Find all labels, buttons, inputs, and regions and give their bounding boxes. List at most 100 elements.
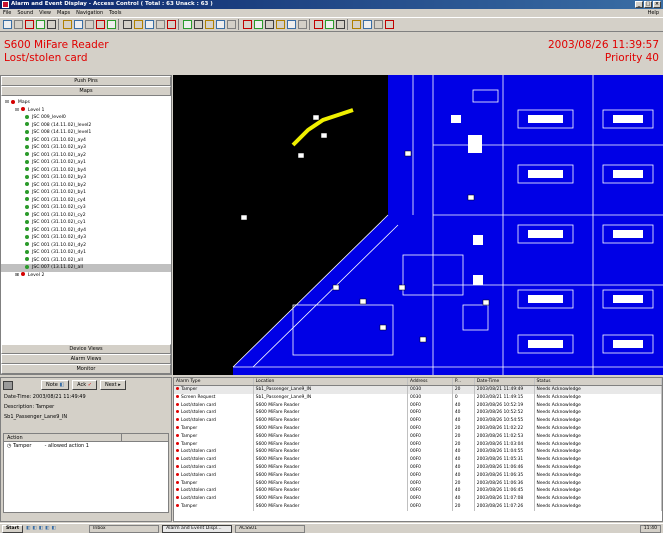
filter-icon[interactable] [85,20,94,29]
tree-node[interactable]: JSC 001 (31.10.02)_cy4 [1,197,171,205]
menu-maps[interactable]: Maps [57,9,70,17]
center-icon[interactable] [254,20,263,29]
layout-icon[interactable] [167,20,176,29]
menu-file[interactable]: File [3,9,11,17]
maps-button[interactable]: Maps [1,86,171,96]
table-row[interactable]: Lost/stolen card S600 MiFare Reader 00F0 40… [174,409,662,418]
tree-node[interactable]: JSC 001 (31.10.02)_ay3 [1,144,171,152]
floor-plan-map[interactable] [173,75,663,375]
acknowledge-icon[interactable] [3,20,12,29]
tree-node[interactable]: JSC 001 (31.10.02)_ay2 [1,152,171,160]
binoculars-icon[interactable] [47,20,56,29]
device-views-button[interactable]: Device Views [1,344,171,354]
expand-icon[interactable]: ⊞ [15,273,19,278]
monitor-button[interactable]: Monitor [1,364,171,374]
print-icon[interactable] [3,380,13,390]
zoom-select-icon[interactable] [194,20,203,29]
table-row[interactable]: Tamper Sb1_Passenger_Lane9_IN 0030 20 2003/0… [174,386,662,394]
col-priority[interactable]: P... [453,378,475,385]
ack-button[interactable]: Ack ✓ [72,380,97,390]
table-row[interactable]: Lost/stolen card S600 MiFare Reader 00F0 40… [174,456,662,464]
zoom-icon[interactable] [205,20,214,29]
tree-node[interactable]: JSC 001 (31.10.02)_cy2 [1,212,171,220]
alarm-views-button[interactable]: Alarm Views [1,354,171,364]
table-row[interactable]: Tamper S600 MiFare Reader 00F0 20 2003/08/26… [174,502,662,511]
globe-icon[interactable] [374,20,383,29]
tree-node[interactable]: JSC 009_level0 [1,114,171,122]
tree-node[interactable]: JSC 001 (31.10.02)_dy2 [1,242,171,250]
select-icon[interactable] [183,20,192,29]
tree-node[interactable]: JSC 001 (31.10.02)_by1 [1,189,171,197]
tree-node[interactable]: JSC 001 (31.10.02)_cy3 [1,204,171,212]
nav-icon[interactable] [276,20,285,29]
layout-icon[interactable] [145,20,154,29]
back-icon[interactable] [325,20,334,29]
forward-icon[interactable] [336,20,345,29]
tree-node[interactable]: JSC 001 (31.10.02)_ay1 [1,159,171,167]
col-alarm-type[interactable]: Alarm Type [174,378,254,385]
nav-icon[interactable] [287,20,296,29]
tree-node[interactable]: JSC 008 (14.11.02)_level1 [1,129,171,137]
start-button[interactable]: Start [2,524,24,533]
home-icon[interactable] [385,20,394,29]
window-icon[interactable] [352,20,361,29]
table-row[interactable]: Lost/stolen card S600 MiFare Reader 00F0 40… [174,448,662,457]
table-row[interactable]: Tamper S600 MiFare Reader 00F0 20 2003/08/26… [174,424,662,433]
col-datetime[interactable]: Date-Time [475,378,535,385]
table-row[interactable]: Screen Request Sb1_Passenger_Lane9_IN 0030… [174,393,662,402]
map-icon[interactable] [314,20,323,29]
action-row[interactable]: ◷ Tamper - allowed action 1 [4,442,168,450]
collapse-icon[interactable]: ⊟ [5,100,9,105]
clear-icon[interactable] [36,20,45,29]
menu-navigation[interactable]: Navigation [76,9,103,17]
nav-icon[interactable] [298,20,307,29]
tree-node[interactable]: JSC 001 (31.10.02)_dy3 [1,234,171,242]
table-row[interactable]: Tamper S600 MiFare Reader 00F0 20 2003/08/26… [174,432,662,441]
tree-node[interactable]: JSC 001 (31.10.02)_dy4 [1,227,171,235]
col-address[interactable]: Address [408,378,453,385]
print-icon[interactable] [14,20,23,29]
tree-node[interactable]: JSC 001 (31.10.02)_by2 [1,182,171,190]
tree-node[interactable]: JSC 001 (31.10.02)_cy1 [1,219,171,227]
window-icon[interactable] [363,20,372,29]
table-row[interactable]: Lost/stolen card S600 MiFare Reader 00F0 40… [174,463,662,472]
maximize-button[interactable]: □ [644,1,652,8]
col-status[interactable]: Status [535,378,662,385]
nav-icon[interactable] [265,20,274,29]
layout-icon[interactable] [134,20,143,29]
sort-icon[interactable] [96,20,105,29]
table-row[interactable]: Lost/stolen card S600 MiFare Reader 00F0 40… [174,487,662,496]
close-button[interactable]: × [653,1,661,8]
table-row[interactable]: Lost/stolen card S600 MiFare Reader 00F0 40… [174,417,662,425]
tree-node[interactable]: JSC 008 (14.11.02)_level2 [1,122,171,130]
tree-node[interactable]: JSC 001 (31.10.02)_ay4 [1,137,171,145]
tree-node[interactable]: JSC 001 (31.10.02)_by3 [1,174,171,182]
table-row[interactable]: Lost/stolen card S600 MiFare Reader 00F0 40… [174,401,662,410]
menu-help[interactable]: Help [648,9,659,17]
next-button[interactable]: Next ▸ [99,380,126,390]
tree-node[interactable]: JSC 001 (31.10.02)_dy1 [1,249,171,257]
col-location[interactable]: Location [254,378,409,385]
menu-tools[interactable]: Tools [109,9,121,17]
zoom-in-icon[interactable] [216,20,225,29]
zoom-out-icon[interactable] [227,20,236,29]
layout-icon[interactable] [156,20,165,29]
menu-view[interactable]: View [39,9,51,17]
table-row[interactable]: Tamper S600 MiFare Reader 00F0 20 2003/08/26… [174,440,662,449]
task-inbox[interactable]: Inbox [89,524,160,533]
push-pins-button[interactable]: Push Pins [1,76,171,86]
table-row[interactable]: Lost/stolen card S600 MiFare Reader 00F0 40… [174,471,662,480]
tree-node[interactable]: ⊞ Level 2 [1,272,171,280]
table-row[interactable]: Lost/stolen card S600 MiFare Reader 00F0 40… [174,495,662,503]
tree-node[interactable]: ⊟ Level 1 [1,107,171,115]
task-alarm-display[interactable]: Alarm and Event Displ... [162,524,233,533]
pan-icon[interactable] [243,20,252,29]
sort-icon[interactable] [107,20,116,29]
task-acss01[interactable]: ACSS01 [235,524,306,533]
tree-node[interactable]: JSC 007 (13.11.02)_all [1,264,171,272]
pages-icon[interactable] [123,20,132,29]
menu-sound[interactable]: Sound [17,9,33,17]
tree-node[interactable]: JSC 001 (31.10.02)_all [1,257,171,265]
collapse-icon[interactable]: ⊟ [15,108,19,113]
filter-icon[interactable] [63,20,72,29]
